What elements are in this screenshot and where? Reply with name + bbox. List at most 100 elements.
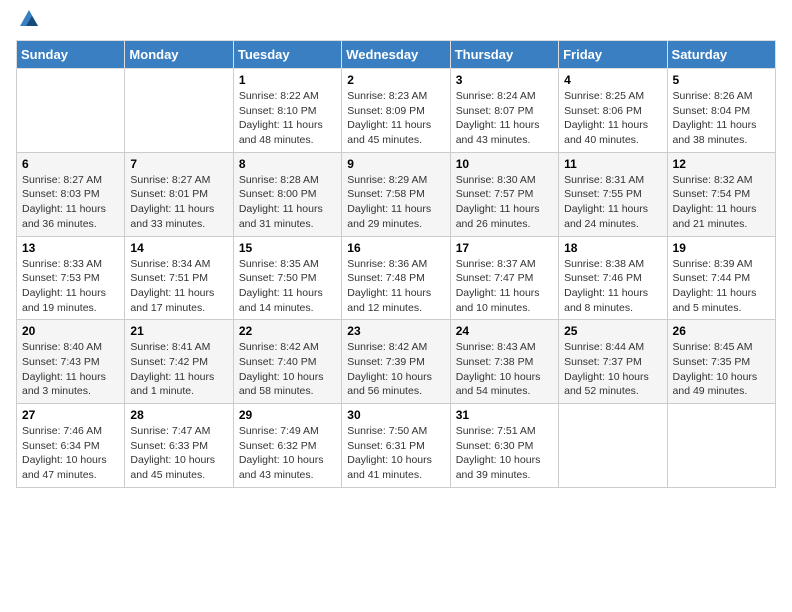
calendar-week-row: 1 Sunrise: 8:22 AM Sunset: 8:10 PM Daylig…: [17, 69, 776, 153]
calendar-cell: 16Sunrise: 8:36 AM Sunset: 7:48 PM Dayli…: [342, 236, 450, 320]
logo-icon: [18, 8, 40, 30]
calendar-week-row: 27 Sunrise: 7:46 AM Sunset: 6:34 PM Dayli…: [17, 404, 776, 488]
day-number: 20: [22, 324, 119, 338]
calendar-table: SundayMondayTuesdayWednesdayThursdayFrid…: [16, 40, 776, 488]
calendar-cell: 23 Sunrise: 8:42 AM Sunset: 7:39 PM Dayli…: [342, 320, 450, 404]
day-info: Sunrise: 8:45 AM Sunset: 7:35 PM Dayligh…: [673, 340, 770, 399]
day-info: Sunrise: 7:49 AM Sunset: 6:32 PM Dayligh…: [239, 424, 336, 483]
calendar-cell: 31 Sunrise: 7:51 AM Sunset: 6:30 PM Dayli…: [450, 404, 558, 488]
calendar-cell: 21 Sunrise: 8:41 AM Sunset: 7:42 PM Dayli…: [125, 320, 233, 404]
calendar-cell: [667, 404, 775, 488]
calendar-week-row: 13 Sunrise: 8:33 AM Sunset: 7:53 PM Dayli…: [17, 236, 776, 320]
calendar-day-header: Sunday: [17, 41, 125, 69]
day-number: 27: [22, 408, 119, 422]
day-info: Sunrise: 8:32 AM Sunset: 7:54 PM Dayligh…: [673, 173, 770, 232]
day-number: 10: [456, 157, 553, 171]
calendar-day-header: Friday: [559, 41, 667, 69]
calendar-cell: 14Sunrise: 8:34 AM Sunset: 7:51 PM Dayli…: [125, 236, 233, 320]
day-number: 13: [22, 241, 119, 255]
calendar-cell: 4Sunrise: 8:25 AM Sunset: 8:06 PM Daylig…: [559, 69, 667, 153]
day-number: 31: [456, 408, 553, 422]
day-number: 29: [239, 408, 336, 422]
calendar-header-row: SundayMondayTuesdayWednesdayThursdayFrid…: [17, 41, 776, 69]
day-info: Sunrise: 8:37 AM Sunset: 7:47 PM Dayligh…: [456, 257, 553, 316]
day-number: 9: [347, 157, 444, 171]
day-info: Sunrise: 8:24 AM Sunset: 8:07 PM Dayligh…: [456, 89, 553, 148]
day-info: Sunrise: 8:34 AM Sunset: 7:51 PM Dayligh…: [130, 257, 227, 316]
day-info: Sunrise: 8:30 AM Sunset: 7:57 PM Dayligh…: [456, 173, 553, 232]
day-info: Sunrise: 7:46 AM Sunset: 6:34 PM Dayligh…: [22, 424, 119, 483]
calendar-cell: 27 Sunrise: 7:46 AM Sunset: 6:34 PM Dayli…: [17, 404, 125, 488]
calendar-cell: 5 Sunrise: 8:26 AM Sunset: 8:04 PM Daylig…: [667, 69, 775, 153]
calendar-cell: 13 Sunrise: 8:33 AM Sunset: 7:53 PM Dayli…: [17, 236, 125, 320]
day-info: Sunrise: 8:41 AM Sunset: 7:42 PM Dayligh…: [130, 340, 227, 399]
day-number: 19: [673, 241, 770, 255]
day-info: Sunrise: 8:27 AM Sunset: 8:01 PM Dayligh…: [130, 173, 227, 232]
calendar-week-row: 6 Sunrise: 8:27 AM Sunset: 8:03 PM Daylig…: [17, 152, 776, 236]
calendar-cell: 28Sunrise: 7:47 AM Sunset: 6:33 PM Dayli…: [125, 404, 233, 488]
calendar-cell: 6 Sunrise: 8:27 AM Sunset: 8:03 PM Daylig…: [17, 152, 125, 236]
day-number: 17: [456, 241, 553, 255]
calendar-day-header: Thursday: [450, 41, 558, 69]
calendar-cell: 9 Sunrise: 8:29 AM Sunset: 7:58 PM Daylig…: [342, 152, 450, 236]
day-number: 15: [239, 241, 336, 255]
calendar-cell: 10 Sunrise: 8:30 AM Sunset: 7:57 PM Dayli…: [450, 152, 558, 236]
day-number: 6: [22, 157, 119, 171]
day-info: Sunrise: 8:44 AM Sunset: 7:37 PM Dayligh…: [564, 340, 661, 399]
calendar-week-row: 20 Sunrise: 8:40 AM Sunset: 7:43 PM Dayli…: [17, 320, 776, 404]
calendar-cell: [125, 69, 233, 153]
day-number: 2: [347, 73, 444, 87]
page-header: [16, 16, 776, 30]
calendar-day-header: Saturday: [667, 41, 775, 69]
day-info: Sunrise: 7:50 AM Sunset: 6:31 PM Dayligh…: [347, 424, 444, 483]
day-number: 24: [456, 324, 553, 338]
day-info: Sunrise: 8:27 AM Sunset: 8:03 PM Dayligh…: [22, 173, 119, 232]
day-number: 5: [673, 73, 770, 87]
day-info: Sunrise: 8:31 AM Sunset: 7:55 PM Dayligh…: [564, 173, 661, 232]
calendar-cell: [17, 69, 125, 153]
day-info: Sunrise: 8:23 AM Sunset: 8:09 PM Dayligh…: [347, 89, 444, 148]
day-number: 11: [564, 157, 661, 171]
day-number: 18: [564, 241, 661, 255]
day-number: 30: [347, 408, 444, 422]
day-info: Sunrise: 8:33 AM Sunset: 7:53 PM Dayligh…: [22, 257, 119, 316]
calendar-cell: [559, 404, 667, 488]
day-info: Sunrise: 7:51 AM Sunset: 6:30 PM Dayligh…: [456, 424, 553, 483]
day-info: Sunrise: 8:38 AM Sunset: 7:46 PM Dayligh…: [564, 257, 661, 316]
calendar-cell: 1 Sunrise: 8:22 AM Sunset: 8:10 PM Daylig…: [233, 69, 341, 153]
calendar-cell: 20 Sunrise: 8:40 AM Sunset: 7:43 PM Dayli…: [17, 320, 125, 404]
calendar-cell: 25 Sunrise: 8:44 AM Sunset: 7:37 PM Dayli…: [559, 320, 667, 404]
day-info: Sunrise: 8:39 AM Sunset: 7:44 PM Dayligh…: [673, 257, 770, 316]
calendar-cell: 2 Sunrise: 8:23 AM Sunset: 8:09 PM Daylig…: [342, 69, 450, 153]
calendar-cell: 18 Sunrise: 8:38 AM Sunset: 7:46 PM Dayli…: [559, 236, 667, 320]
day-number: 1: [239, 73, 336, 87]
day-number: 3: [456, 73, 553, 87]
day-number: 4: [564, 73, 661, 87]
logo: [16, 16, 40, 30]
day-number: 25: [564, 324, 661, 338]
day-info: Sunrise: 8:42 AM Sunset: 7:39 PM Dayligh…: [347, 340, 444, 399]
calendar-cell: 8Sunrise: 8:28 AM Sunset: 8:00 PM Daylig…: [233, 152, 341, 236]
day-number: 21: [130, 324, 227, 338]
day-number: 26: [673, 324, 770, 338]
calendar-cell: 22Sunrise: 8:42 AM Sunset: 7:40 PM Dayli…: [233, 320, 341, 404]
day-info: Sunrise: 8:28 AM Sunset: 8:00 PM Dayligh…: [239, 173, 336, 232]
calendar-cell: 11 Sunrise: 8:31 AM Sunset: 7:55 PM Dayli…: [559, 152, 667, 236]
calendar-cell: 30 Sunrise: 7:50 AM Sunset: 6:31 PM Dayli…: [342, 404, 450, 488]
calendar-cell: 15Sunrise: 8:35 AM Sunset: 7:50 PM Dayli…: [233, 236, 341, 320]
day-info: Sunrise: 8:43 AM Sunset: 7:38 PM Dayligh…: [456, 340, 553, 399]
day-number: 23: [347, 324, 444, 338]
calendar-cell: 26 Sunrise: 8:45 AM Sunset: 7:35 PM Dayli…: [667, 320, 775, 404]
calendar-cell: 19 Sunrise: 8:39 AM Sunset: 7:44 PM Dayli…: [667, 236, 775, 320]
calendar-cell: 7 Sunrise: 8:27 AM Sunset: 8:01 PM Daylig…: [125, 152, 233, 236]
day-info: Sunrise: 8:29 AM Sunset: 7:58 PM Dayligh…: [347, 173, 444, 232]
day-info: Sunrise: 8:22 AM Sunset: 8:10 PM Dayligh…: [239, 89, 336, 148]
calendar-cell: 17 Sunrise: 8:37 AM Sunset: 7:47 PM Dayli…: [450, 236, 558, 320]
day-number: 16: [347, 241, 444, 255]
day-number: 7: [130, 157, 227, 171]
calendar-day-header: Monday: [125, 41, 233, 69]
day-info: Sunrise: 8:40 AM Sunset: 7:43 PM Dayligh…: [22, 340, 119, 399]
calendar-cell: 12Sunrise: 8:32 AM Sunset: 7:54 PM Dayli…: [667, 152, 775, 236]
day-info: Sunrise: 8:26 AM Sunset: 8:04 PM Dayligh…: [673, 89, 770, 148]
calendar-cell: 29 Sunrise: 7:49 AM Sunset: 6:32 PM Dayli…: [233, 404, 341, 488]
